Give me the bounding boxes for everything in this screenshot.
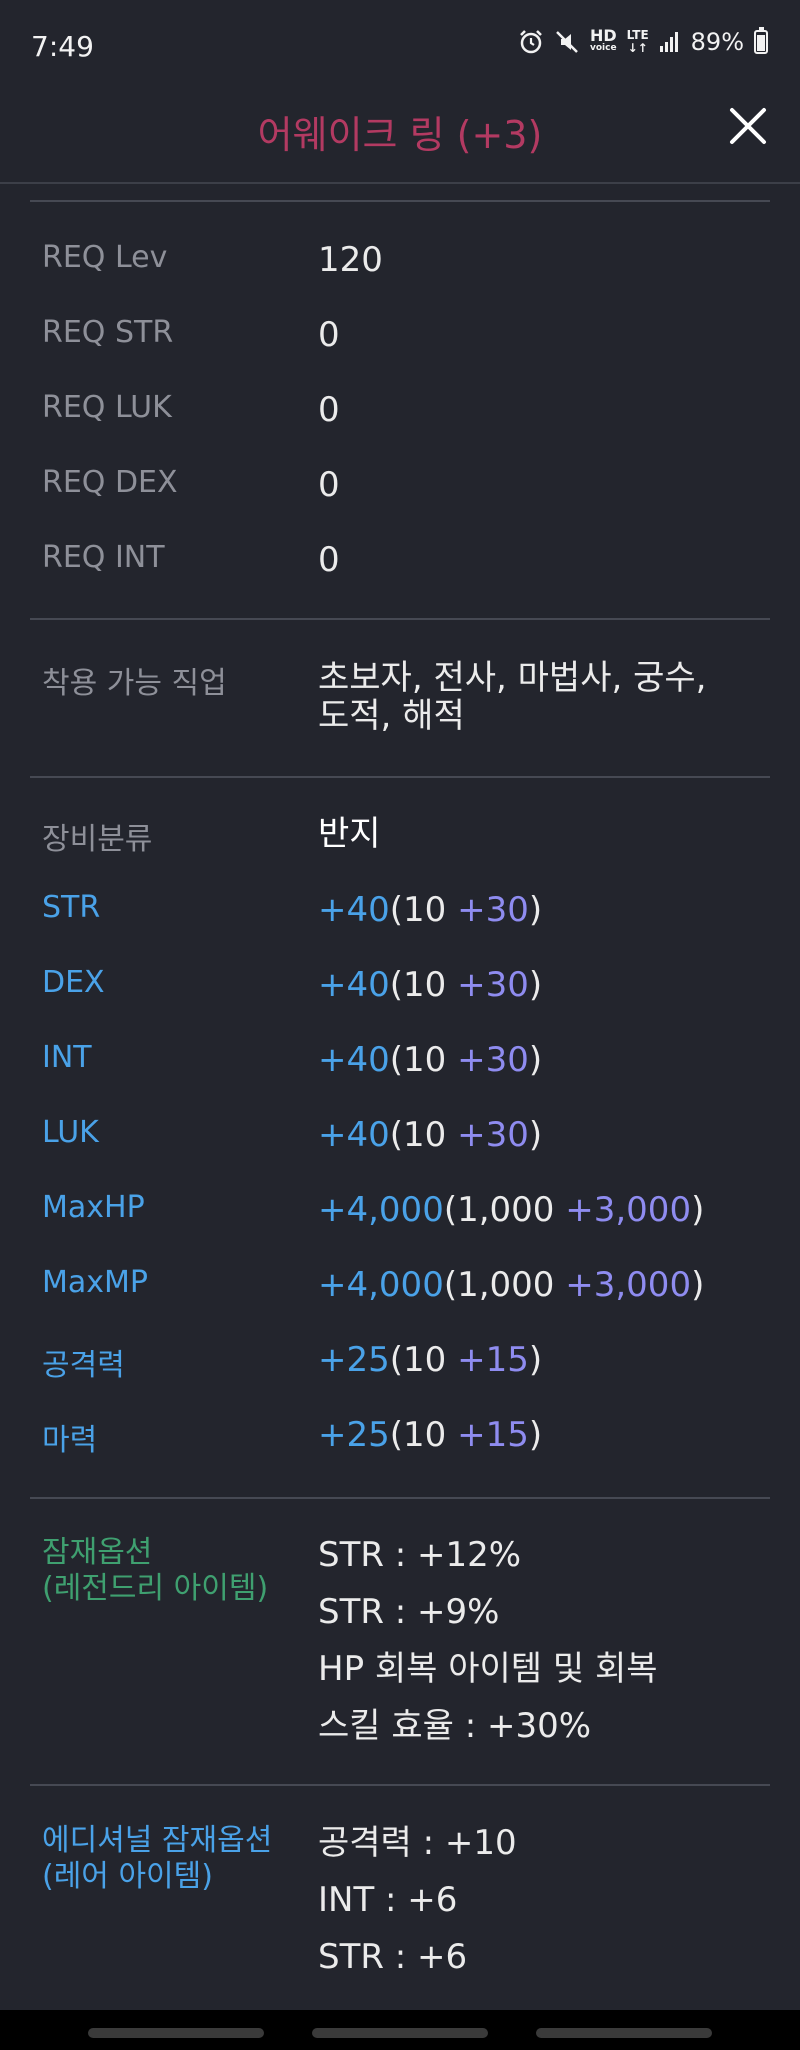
stat-bonus: +30 — [457, 965, 529, 1005]
potential-line: STR : +12% — [318, 1535, 522, 1575]
stat-label: 공격력 — [42, 1348, 125, 1383]
jobs-label: 착용 가능 직업 — [42, 666, 227, 701]
stat-value: +25(10 +15) — [318, 1415, 543, 1455]
stat-value: +40(10 +30) — [318, 1115, 543, 1155]
mute-icon — [556, 31, 578, 53]
stat-base: 10 — [403, 1340, 447, 1380]
stat-total: +4,000 — [318, 1265, 444, 1305]
signal-icon — [659, 32, 678, 52]
potential-line: STR : +9% — [318, 1592, 500, 1632]
divider — [30, 1497, 770, 1499]
stat-label: MaxMP — [42, 1265, 148, 1300]
lte-indicator: LTE ↓↑ — [626, 28, 649, 55]
stat-bonus: +30 — [457, 890, 529, 930]
divider — [30, 776, 770, 778]
req-value: 0 — [318, 540, 340, 580]
req-value: 120 — [318, 240, 383, 280]
jobs-values: 초보자, 전사, 마법사, 궁수, 도적, 해적 — [318, 658, 707, 736]
stat-value: +4,000(1,000 +3,000) — [318, 1265, 705, 1305]
req-value: 0 — [318, 315, 340, 355]
battery-percent: 89% — [690, 28, 744, 56]
status-icons: HD voice LTE ↓↑ 89% — [518, 26, 768, 56]
stat-bonus: +3,000 — [565, 1190, 692, 1230]
battery-icon — [754, 27, 768, 54]
nav-recents-button[interactable] — [88, 2028, 264, 2038]
item-title: 어웨이크 링 (+3) — [257, 113, 543, 157]
additional-label: 에디셔널 잠재옵션 (레어 아이템) — [42, 1823, 273, 1894]
nav-back-button[interactable] — [536, 2028, 712, 2038]
req-label: REQ Lev — [42, 240, 168, 275]
stat-value: +4,000(1,000 +3,000) — [318, 1190, 705, 1230]
req-value: 0 — [318, 465, 340, 505]
stat-total: +40 — [318, 965, 390, 1005]
divider — [30, 200, 770, 202]
req-label: REQ LUK — [42, 390, 172, 425]
close-icon[interactable] — [726, 104, 770, 148]
additional-lines: 공격력 : +10 INT : +6 STR : +6 — [318, 1823, 517, 1994]
stat-label: DEX — [42, 965, 105, 1000]
potential-line: HP 회복 아이템 및 회복 — [318, 1649, 658, 1689]
stat-base: 1,000 — [457, 1265, 555, 1305]
req-label: REQ DEX — [42, 465, 178, 500]
clock: 7:49 — [31, 30, 94, 63]
stat-value: +40(10 +30) — [318, 1040, 543, 1080]
stat-label: INT — [42, 1040, 92, 1075]
stat-value: +25(10 +15) — [318, 1340, 543, 1380]
stat-label: STR — [42, 890, 101, 925]
nav-home-button[interactable] — [312, 2028, 488, 2038]
stat-base: 10 — [403, 965, 447, 1005]
jobs-line: 도적, 해적 — [318, 696, 465, 736]
stat-bonus: +3,000 — [565, 1265, 692, 1305]
navigation-bar — [0, 2010, 800, 2050]
potential-label: 잠재옵션 (레전드리 아이템) — [42, 1535, 269, 1606]
status-bar: 7:49 HD voice LTE ↓↑ 89% — [0, 0, 800, 92]
additional-line: INT : +6 — [318, 1880, 458, 1920]
stat-base: 10 — [403, 1415, 447, 1455]
stat-bonus: +30 — [457, 1040, 529, 1080]
potential-line: 스킬 효율 : +30% — [318, 1706, 592, 1746]
potential-lines: STR : +12% STR : +9% HP 회복 아이템 및 회복 스킬 효… — [318, 1535, 658, 1763]
stat-bonus: +15 — [457, 1415, 529, 1455]
hd-voice-indicator: HD voice — [589, 26, 617, 54]
stat-base: 1,000 — [457, 1190, 555, 1230]
stat-total: +40 — [318, 890, 390, 930]
divider — [30, 618, 770, 620]
title-bar: 어웨이크 링 (+3) — [0, 92, 800, 184]
stat-base: 10 — [403, 1040, 447, 1080]
stat-value: +40(10 +30) — [318, 965, 543, 1005]
stat-total: +4,000 — [318, 1190, 444, 1230]
stat-bonus: +30 — [457, 1115, 529, 1155]
category-value: 반지 — [318, 814, 381, 854]
stat-label: MaxHP — [42, 1190, 145, 1225]
alarm-icon — [520, 30, 542, 54]
stat-value: +40(10 +30) — [318, 890, 543, 930]
req-value: 0 — [318, 390, 340, 430]
additional-line: STR : +6 — [318, 1937, 468, 1977]
category-label: 장비분류 — [42, 822, 153, 857]
additional-line: 공격력 : +10 — [318, 1823, 517, 1863]
stat-total: +40 — [318, 1115, 390, 1155]
req-label: REQ INT — [42, 540, 165, 575]
stat-label: 마력 — [42, 1423, 98, 1458]
jobs-line: 초보자, 전사, 마법사, 궁수, — [318, 658, 707, 698]
stat-base: 10 — [403, 1115, 447, 1155]
stat-total: +25 — [318, 1340, 390, 1380]
stat-total: +25 — [318, 1415, 390, 1455]
stat-bonus: +15 — [457, 1340, 529, 1380]
stat-base: 10 — [403, 890, 447, 930]
divider — [30, 1784, 770, 1786]
stat-label: LUK — [42, 1115, 99, 1150]
req-label: REQ STR — [42, 315, 174, 350]
stat-total: +40 — [318, 1040, 390, 1080]
